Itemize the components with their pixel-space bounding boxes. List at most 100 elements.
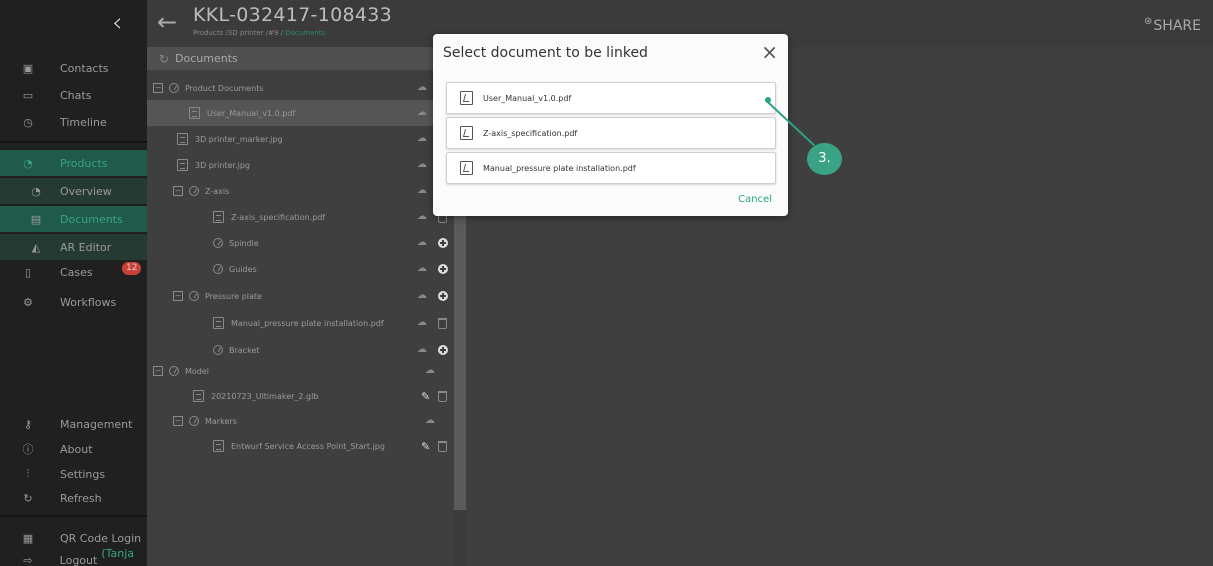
image-file-icon bbox=[177, 133, 188, 145]
edit-icon[interactable]: ✎ bbox=[421, 390, 430, 403]
row-actions: ✎ bbox=[421, 390, 448, 403]
tree-row-folder[interactable]: Spindle ☁ bbox=[147, 230, 454, 256]
tree-row-folder[interactable]: − Markers ☁ bbox=[147, 408, 454, 434]
tree-row-file[interactable]: 3D printer.jpg ☁ bbox=[147, 152, 454, 178]
close-icon[interactable]: × bbox=[761, 40, 778, 64]
tree-row-file[interactable]: 3D printer_marker.jpg ☁ bbox=[147, 126, 454, 152]
collapse-icon[interactable]: − bbox=[173, 291, 183, 301]
tree-row-folder[interactable]: − Pressure plate ☁ bbox=[147, 283, 454, 309]
pdf-file-icon bbox=[460, 126, 473, 140]
clock-icon: ◷ bbox=[23, 115, 33, 129]
row-actions: ☁ bbox=[417, 186, 430, 196]
document-option[interactable]: Z-axis_specification.pdf bbox=[446, 117, 776, 149]
collapse-sidebar-icon[interactable]: ‹ bbox=[112, 8, 138, 38]
breadcrumb-path[interactable]: Products /3D printer /#9 / bbox=[193, 29, 285, 37]
trash-icon[interactable] bbox=[438, 317, 447, 329]
row-actions: ☁ bbox=[417, 291, 448, 301]
sidebar-item-workflows[interactable]: ⚙ Workflows bbox=[0, 289, 147, 315]
collapse-icon[interactable]: − bbox=[153, 83, 163, 93]
cases-count-badge: 12 bbox=[122, 262, 142, 275]
tree-row-file[interactable]: Entwurf Service Access Point_Start.jpg ✎ bbox=[147, 433, 454, 459]
add-icon[interactable] bbox=[438, 291, 448, 301]
cloud-icon[interactable]: ☁ bbox=[425, 416, 438, 426]
row-actions: ☁ bbox=[417, 264, 448, 274]
sidebar-item-cases[interactable]: ▯ Cases 12 bbox=[0, 259, 147, 285]
product-icon bbox=[213, 238, 223, 248]
product-icon bbox=[213, 345, 223, 355]
collapse-icon[interactable]: − bbox=[173, 186, 183, 196]
row-actions: ☁ bbox=[425, 366, 438, 376]
edit-icon[interactable]: ✎ bbox=[421, 440, 430, 453]
tree-row-folder[interactable]: Guides ☁ bbox=[147, 256, 454, 282]
share-button[interactable]: ⊛SHARE bbox=[1144, 16, 1201, 34]
pdf-file-icon bbox=[460, 161, 473, 175]
sidebar-item-label: QR Code Login bbox=[60, 531, 142, 545]
sidebar-item-overview[interactable]: ◔ Overview bbox=[0, 178, 147, 204]
cloud-icon[interactable]: ☁ bbox=[417, 186, 430, 196]
cloud-icon[interactable]: ☁ bbox=[417, 134, 430, 144]
cloud-icon[interactable]: ☁ bbox=[417, 345, 430, 355]
sidebar-item-logout[interactable]: ⇨ Logout (Tanja ... bbox=[0, 547, 147, 566]
sidebar-item-settings[interactable]: ⫶ Settings bbox=[0, 461, 147, 487]
product-icon: ◔ bbox=[23, 156, 33, 170]
sidebar-item-label: Chats bbox=[60, 88, 92, 102]
tree-row-label: Z-axis bbox=[205, 186, 230, 196]
trash-icon[interactable] bbox=[438, 440, 448, 452]
add-icon[interactable] bbox=[438, 238, 448, 248]
collapse-icon[interactable]: − bbox=[153, 366, 163, 376]
logout-icon: ⇨ bbox=[23, 553, 33, 566]
sidebar-item-label: Products bbox=[60, 156, 108, 170]
tree-row-folder[interactable]: − Model ☁ bbox=[147, 358, 454, 384]
document-option[interactable]: User_Manual_v1.0.pdf bbox=[446, 82, 776, 114]
product-icon bbox=[169, 83, 179, 93]
sidebar-item-label: AR Editor bbox=[60, 240, 112, 254]
back-arrow-icon[interactable]: ← bbox=[157, 8, 177, 36]
documents-heading: ↻ Documents bbox=[147, 47, 454, 70]
sidebar-item-products[interactable]: ◔ Products bbox=[0, 150, 147, 176]
tree-row-folder[interactable]: − Product Documents ☁ bbox=[147, 75, 454, 101]
refresh-icon[interactable]: ↻ bbox=[159, 52, 169, 66]
add-icon[interactable] bbox=[438, 345, 448, 355]
tree-row-file[interactable]: Z-axis_specification.pdf ☁ bbox=[147, 204, 454, 230]
row-actions: ☁ bbox=[417, 108, 430, 118]
trash-icon[interactable] bbox=[438, 390, 448, 402]
cloud-icon[interactable]: ☁ bbox=[417, 108, 430, 118]
sidebar-item-about[interactable]: ⓘ About bbox=[0, 436, 147, 462]
cloud-icon[interactable]: ☁ bbox=[417, 160, 430, 170]
sidebar: ‹ ▣ Contacts ▭ Chats ◷ Timeline ◔ Produc… bbox=[0, 0, 147, 566]
logout-user-name: (Tanja ... bbox=[101, 547, 135, 566]
cancel-button[interactable]: Cancel bbox=[738, 194, 772, 205]
row-actions: ☁ bbox=[417, 134, 430, 144]
add-icon[interactable] bbox=[438, 264, 448, 274]
sidebar-item-ar-editor[interactable]: ◭ AR Editor bbox=[0, 234, 147, 260]
sidebar-item-label: Timeline bbox=[60, 115, 107, 129]
sidebar-item-refresh[interactable]: ↻ Refresh bbox=[0, 485, 147, 511]
sidebar-item-documents[interactable]: ▤ Documents bbox=[0, 206, 147, 232]
document-option[interactable]: Manual_pressure plate installation.pdf bbox=[446, 152, 776, 184]
case-icon: ▯ bbox=[24, 265, 32, 279]
cloud-icon[interactable]: ☁ bbox=[417, 264, 430, 274]
sidebar-item-label: Logout bbox=[59, 553, 98, 566]
collapse-icon[interactable]: − bbox=[173, 416, 183, 426]
cloud-icon[interactable]: ☁ bbox=[425, 366, 438, 376]
row-actions: ☁ bbox=[417, 83, 430, 93]
tree-row-file[interactable]: User_Manual_v1.0.pdf ☁ bbox=[147, 100, 454, 126]
cloud-icon[interactable]: ☁ bbox=[417, 212, 430, 222]
tree-row-label: User_Manual_v1.0.pdf bbox=[207, 108, 296, 118]
cloud-icon[interactable]: ☁ bbox=[417, 318, 430, 328]
sidebar-item-management[interactable]: ⚷ Management bbox=[0, 411, 147, 437]
tree-row-label: Guides bbox=[229, 264, 257, 274]
row-actions: ✎ bbox=[421, 440, 448, 453]
cloud-icon[interactable]: ☁ bbox=[417, 291, 430, 301]
sidebar-item-contacts[interactable]: ▣ Contacts bbox=[0, 55, 147, 81]
tree-row-file[interactable]: 20210723_Ultimaker_2.glb ✎ bbox=[147, 383, 454, 409]
tree-row-folder[interactable]: − Z-axis ☁ bbox=[147, 178, 454, 204]
sidebar-item-chats[interactable]: ▭ Chats bbox=[0, 82, 147, 108]
cloud-icon[interactable]: ☁ bbox=[417, 238, 430, 248]
tree-row-file[interactable]: Manual_pressure plate installation.pdf ☁ bbox=[147, 310, 454, 336]
sidebar-divider bbox=[0, 515, 147, 517]
sidebar-item-timeline[interactable]: ◷ Timeline bbox=[0, 109, 147, 135]
tree-row-label: Bracket bbox=[229, 345, 260, 355]
cloud-icon[interactable]: ☁ bbox=[417, 83, 430, 93]
sliders-icon: ⫶ bbox=[26, 467, 30, 480]
